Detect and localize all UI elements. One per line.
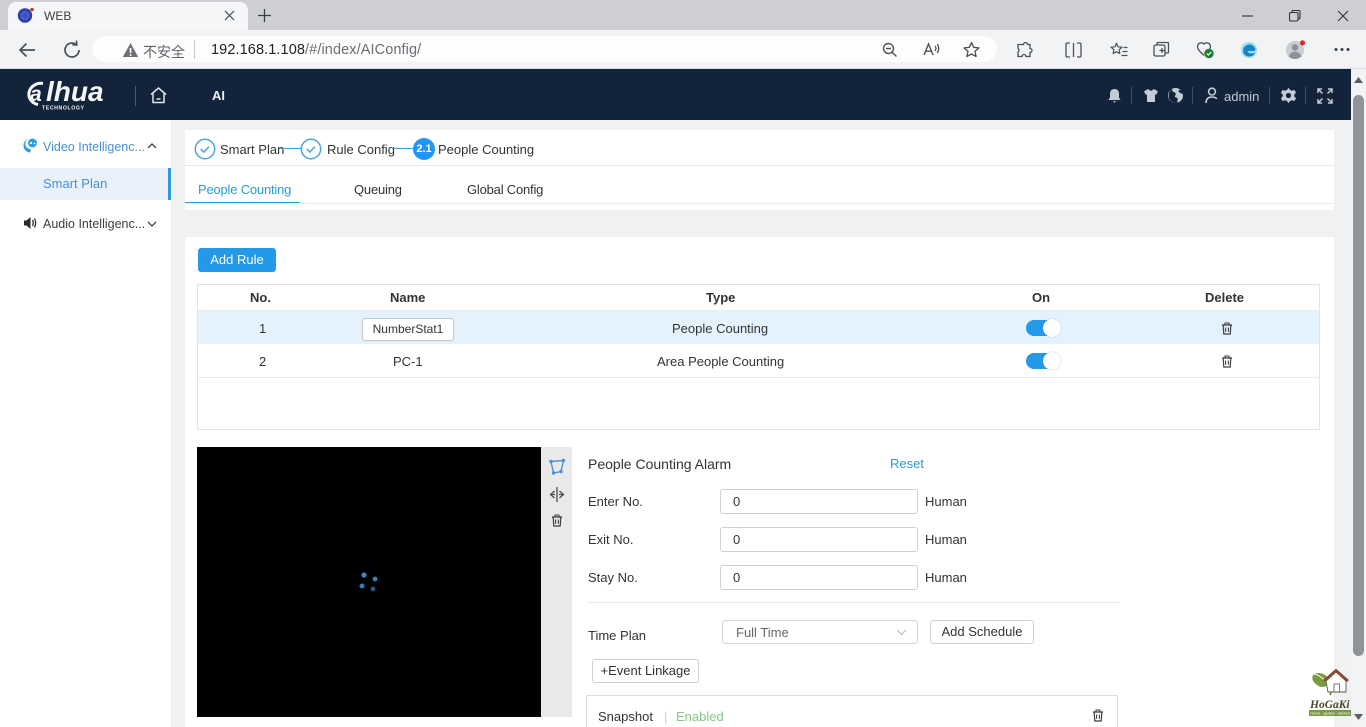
- svg-text:TECHNOLOGY: TECHNOLOGY: [42, 106, 85, 112]
- svg-text:lhua: lhua: [46, 76, 104, 107]
- svg-text:HoGaKi: HoGaKi: [1309, 699, 1350, 711]
- svg-text:Home - garden - kitchen: Home - garden - kitchen: [1311, 712, 1351, 716]
